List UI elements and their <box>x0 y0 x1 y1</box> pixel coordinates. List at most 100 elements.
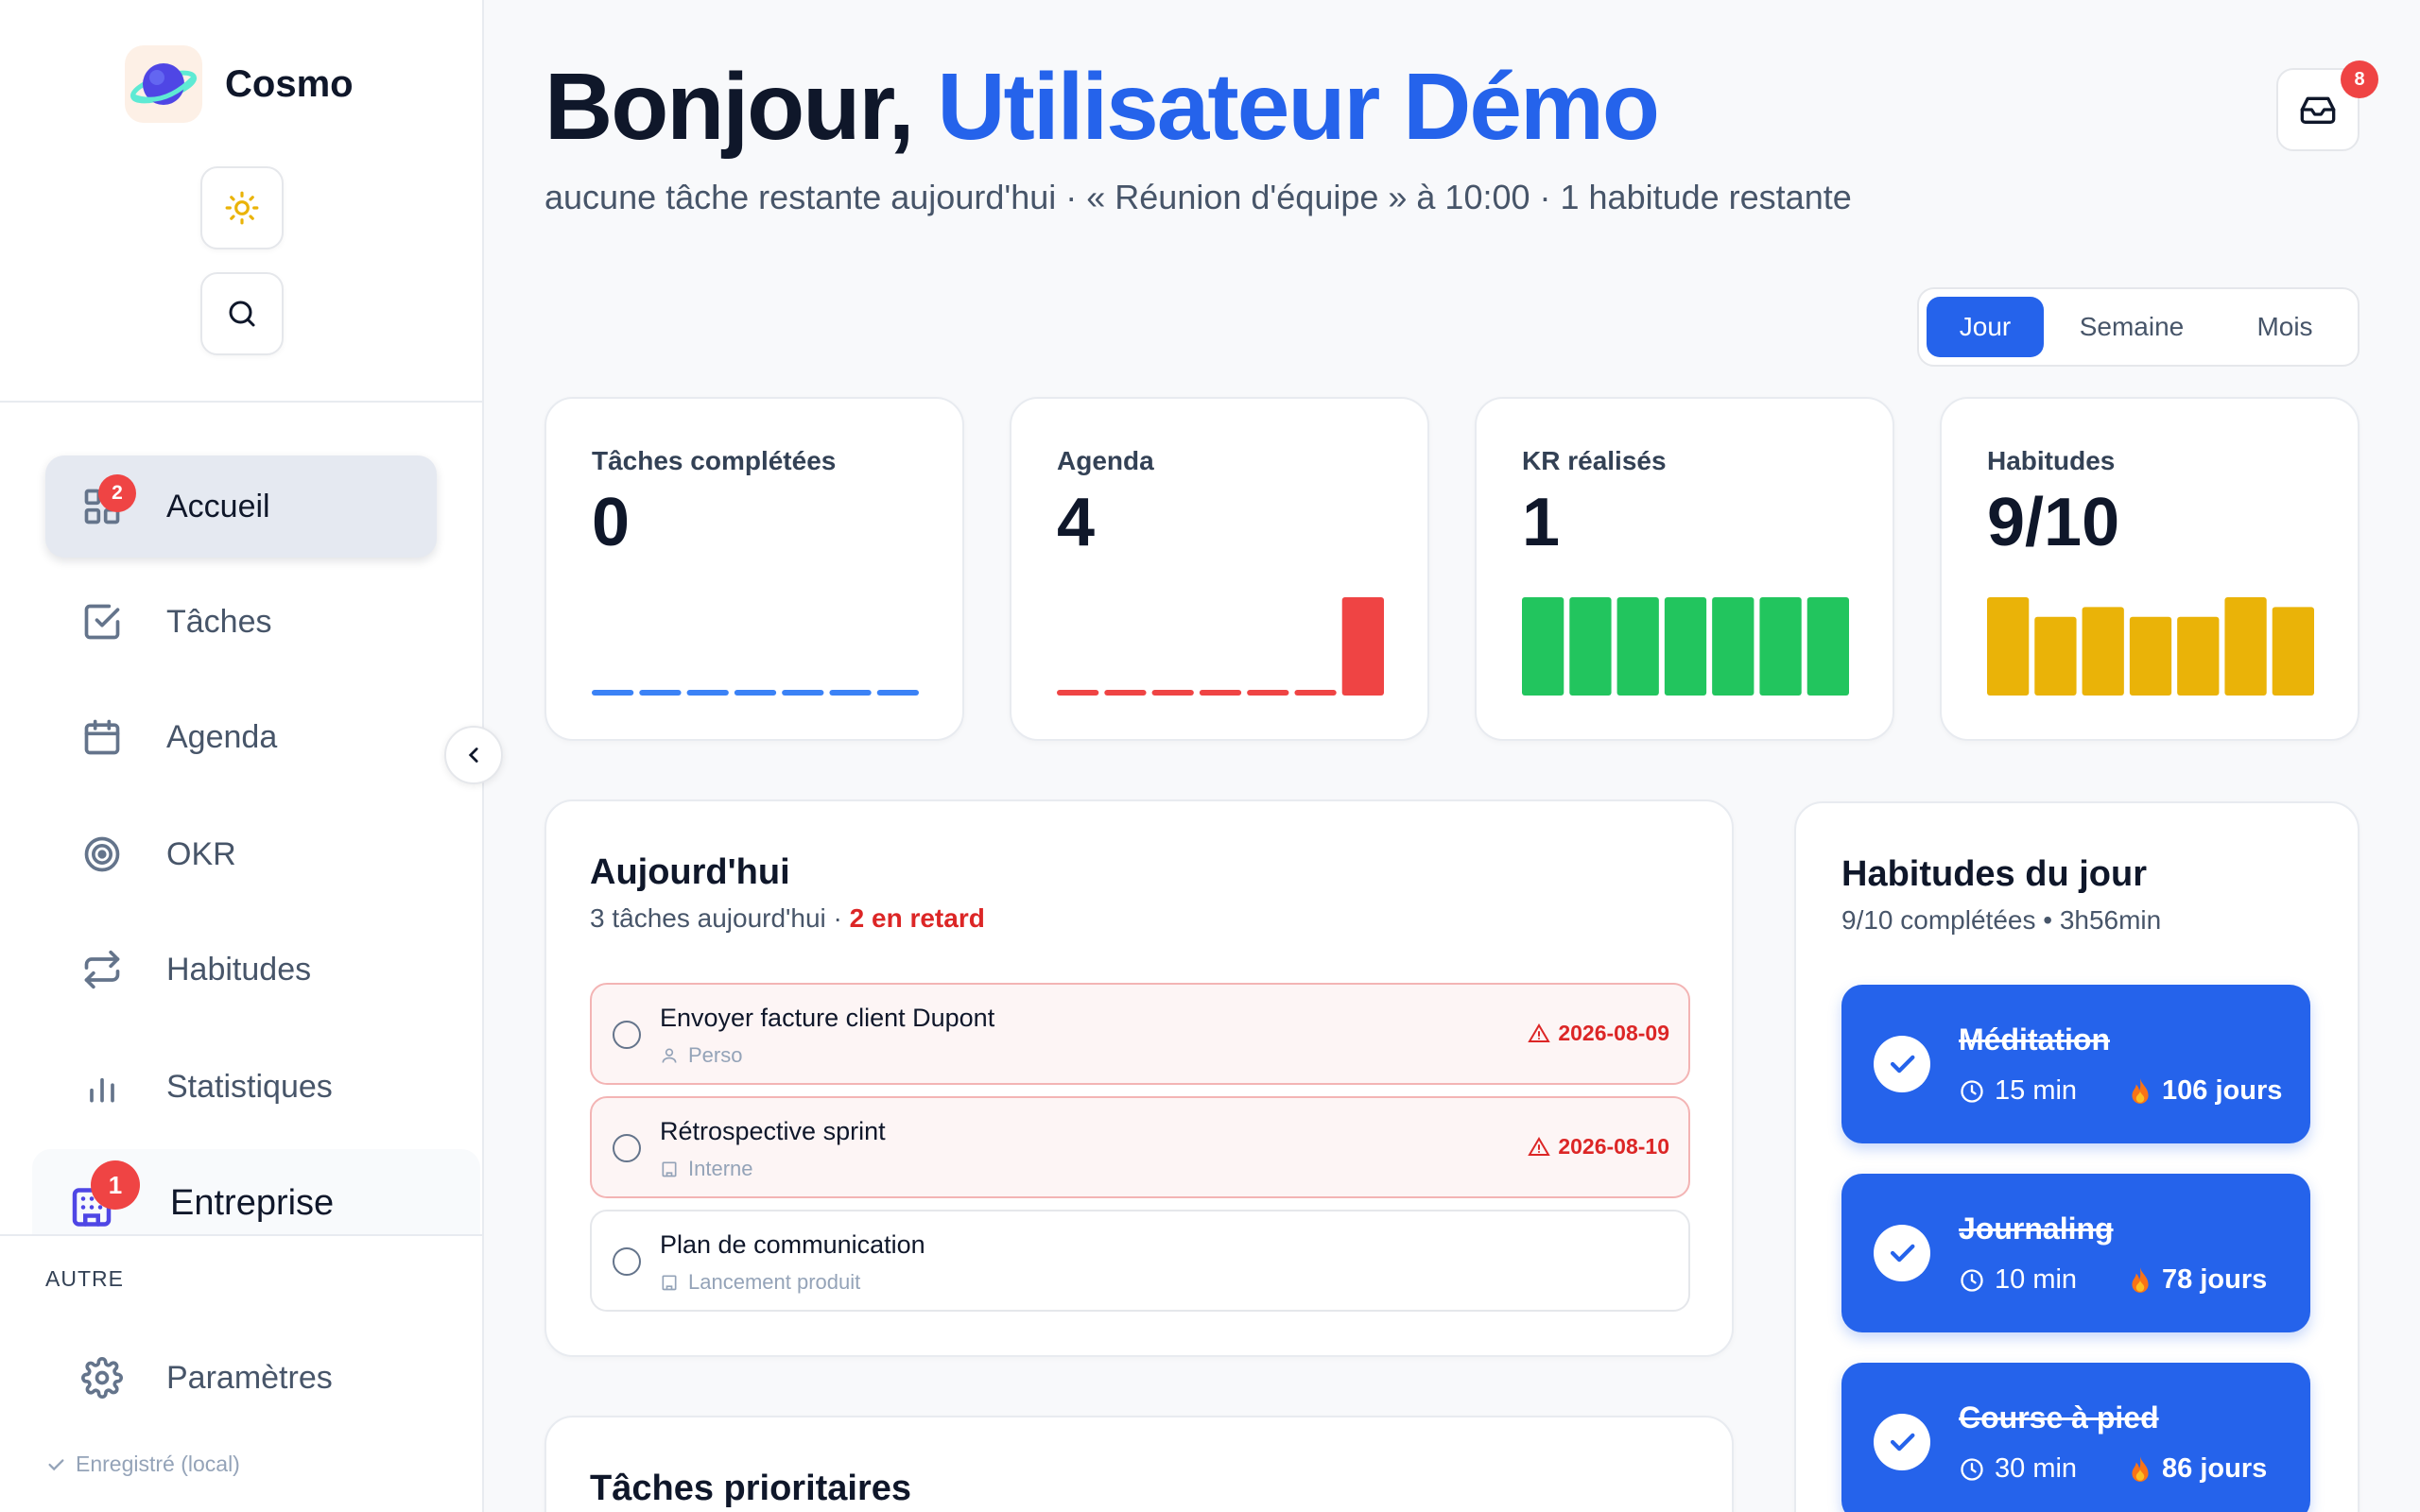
task-project: Perso <box>660 1043 742 1068</box>
section-title-autre: AUTRE <box>45 1266 124 1291</box>
inbox-button[interactable]: 8 <box>2276 60 2378 151</box>
habit-card[interactable]: Méditation 15 min 106 jours <box>1841 985 2310 1143</box>
sparkline-bar <box>1987 597 2030 696</box>
today-count: 3 tâches aujourd'hui <box>590 903 826 933</box>
stat-value: 9/10 <box>1987 485 2120 560</box>
sparkline-bars <box>1522 597 1849 696</box>
stat-card-taches[interactable]: Tâches complétées 0 <box>544 397 964 741</box>
today-panel: Aujourd'hui 3 tâches aujourd'hui · 2 en … <box>544 799 1734 1357</box>
tab-jour[interactable]: Jour <box>1927 297 2044 357</box>
sparkline-bar <box>1806 597 1849 696</box>
task-row[interactable]: Plan de communication Lancement produit <box>590 1210 1690 1312</box>
habit-card[interactable]: Course à pied 30 min 86 jours <box>1841 1363 2310 1512</box>
clock-icon <box>1961 1457 1983 1481</box>
greeting: Bonjour, <box>544 54 938 160</box>
page-subtitle: aucune tâche restante aujourd'hui · « Ré… <box>544 178 1852 216</box>
sparkline-bar <box>1247 690 1289 696</box>
habits-summary: 9/10 complétées • 3h56min <box>1841 905 2162 935</box>
habit-done-check[interactable] <box>1874 1414 1930 1470</box>
check-icon <box>48 1458 64 1470</box>
clock-icon <box>1961 1079 1983 1103</box>
sidebar-item-habitudes[interactable]: Habitudes <box>45 919 437 1021</box>
period-selector: Jour Semaine Mois <box>1917 287 2360 367</box>
sparkline-bar <box>2272 607 2314 696</box>
habit-meta: 10 min 78 jours <box>1959 1264 2267 1296</box>
stat-label: Tâches complétées <box>592 446 837 475</box>
sparkline-bars <box>1987 597 2314 696</box>
brand-name: Cosmo <box>225 62 354 105</box>
sparkline-bar <box>1664 597 1707 696</box>
habit-card[interactable]: Journaling 10 min 78 jours <box>1841 1174 2310 1332</box>
task-project: Lancement produit <box>660 1270 860 1295</box>
sidebar: Cosmo 2 Accueil Tâches Agenda OKR Habitu… <box>0 0 484 1512</box>
sidebar-item-entreprise[interactable]: 1 Entreprise <box>32 1149 480 1236</box>
stat-label: Agenda <box>1057 446 1154 475</box>
habit-meta: 15 min 106 jours <box>1959 1075 2282 1107</box>
sidebar-item-parametres[interactable]: Paramètres <box>45 1327 437 1429</box>
stat-label: Habitudes <box>1987 446 2116 475</box>
sparkline-bar <box>1151 690 1194 696</box>
habit-name: Journaling <box>1959 1211 2114 1246</box>
fire-icon <box>2132 1455 2149 1482</box>
stat-label: KR réalisés <box>1522 446 1667 475</box>
clock-icon <box>1961 1268 1983 1292</box>
stat-card-kr[interactable]: KR réalisés 1 <box>1475 397 1894 741</box>
today-title: Aujourd'hui <box>590 852 790 892</box>
sidebar-item-okr[interactable]: OKR <box>45 803 437 905</box>
fire-icon <box>2132 1266 2149 1293</box>
task-checkbox[interactable] <box>613 1021 641 1049</box>
collapse-sidebar-button[interactable] <box>444 726 503 784</box>
sidebar-item-label: Paramètres <box>166 1359 333 1396</box>
search-button[interactable] <box>200 272 284 355</box>
planet-logo-icon <box>125 45 202 123</box>
stat-card-habitudes[interactable]: Habitudes 9/10 <box>1940 397 2360 741</box>
habit-done-check[interactable] <box>1874 1036 1930 1092</box>
sparkline-bar <box>734 690 777 696</box>
check-icon <box>1890 1244 1915 1263</box>
separator: · <box>825 903 850 933</box>
sidebar-item-agenda[interactable]: Agenda <box>45 686 437 788</box>
stat-value: 0 <box>592 485 631 560</box>
sparkline-bar <box>1522 597 1564 696</box>
task-due-date: 2026-08-10 <box>1528 1134 1669 1160</box>
sparkline-bars <box>592 690 919 696</box>
brand[interactable]: Cosmo <box>125 45 354 123</box>
sidebar-item-label: Habitudes <box>166 951 312 988</box>
habit-done-check[interactable] <box>1874 1225 1930 1281</box>
inbox-icon <box>2300 96 2336 124</box>
sidebar-item-accueil[interactable]: 2 Accueil <box>45 455 437 558</box>
sidebar-item-taches[interactable]: Tâches <box>45 571 437 673</box>
task-name: Plan de communication <box>660 1230 925 1259</box>
entreprise-badge: 1 <box>91 1160 140 1210</box>
check-icon <box>1890 1433 1915 1452</box>
sparkline-bar <box>829 690 872 696</box>
task-checkbox[interactable] <box>613 1134 641 1162</box>
tab-mois[interactable]: Mois <box>2220 297 2350 357</box>
sidebar-item-label: Agenda <box>166 718 278 755</box>
sparkline-bar <box>1104 690 1147 696</box>
task-row[interactable]: Envoyer facture client Dupont Perso 2026… <box>590 983 1690 1085</box>
sidebar-item-label: Statistiques <box>166 1068 333 1105</box>
overdue-count[interactable]: 2 en retard <box>850 903 985 933</box>
stat-card-agenda[interactable]: Agenda 4 <box>1010 397 1429 741</box>
task-checkbox[interactable] <box>613 1247 641 1276</box>
bar-chart-icon <box>90 1077 114 1103</box>
sidebar-item-statistiques[interactable]: Statistiques <box>45 1036 437 1138</box>
sparkline-bar <box>782 690 824 696</box>
repeat-icon <box>84 950 120 989</box>
habit-name: Méditation <box>1959 1022 2110 1057</box>
priority-panel: Tâches prioritaires <box>544 1416 1734 1512</box>
save-status: Enregistré (local) <box>45 1452 240 1477</box>
sparkline-bar <box>876 690 919 696</box>
theme-toggle-button[interactable] <box>200 166 284 249</box>
sun-icon <box>225 191 259 225</box>
task-due-date: 2026-08-09 <box>1528 1021 1669 1046</box>
sparkline-bar <box>639 690 682 696</box>
sparkline-bar <box>1569 597 1612 696</box>
habits-title: Habitudes du jour <box>1841 854 2147 894</box>
habits-panel: Habitudes du jour 9/10 complétées • 3h56… <box>1794 801 2360 1512</box>
task-row[interactable]: Rétrospective sprint Interne 2026-08-10 <box>590 1096 1690 1198</box>
tab-semaine[interactable]: Semaine <box>2051 297 2212 357</box>
sparkline-bar <box>592 690 634 696</box>
sidebar-item-label: Accueil <box>166 488 270 524</box>
